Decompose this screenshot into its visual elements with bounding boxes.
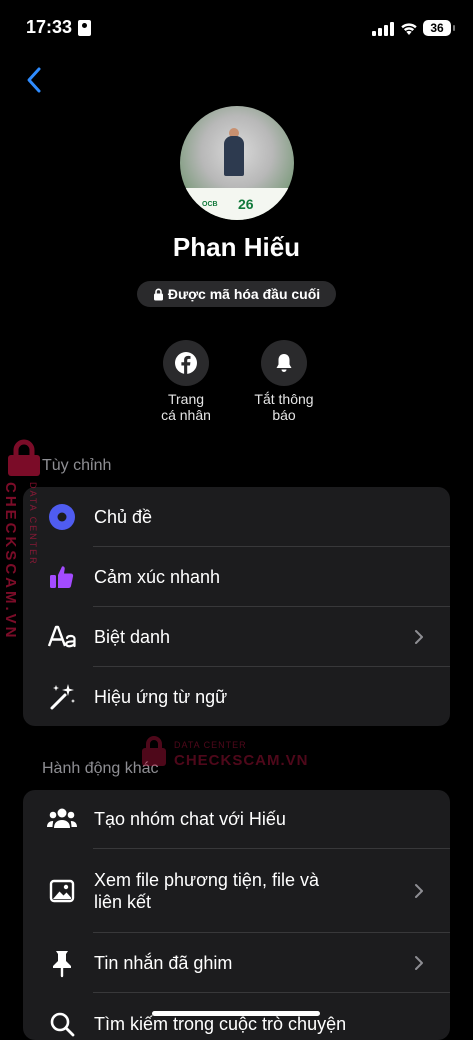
create-group-row[interactable]: Tạo nhóm chat với Hiếu bbox=[23, 790, 450, 849]
search-conversation-label: Tìm kiếm trong cuộc trò chuyện bbox=[94, 1014, 347, 1034]
search-icon bbox=[50, 1012, 75, 1037]
view-media-line1: Xem file phương tiện, file và bbox=[94, 870, 319, 890]
status-time: 17:33 bbox=[26, 17, 73, 37]
back-chevron-icon[interactable] bbox=[24, 66, 44, 94]
nickname-row[interactable]: Biệt danh bbox=[23, 607, 450, 667]
lock-icon bbox=[153, 288, 163, 301]
view-media-line2: liên kết bbox=[94, 892, 152, 912]
theme-row[interactable]: Chủ đề bbox=[23, 487, 450, 547]
profile-avatar[interactable]: OCB 26 bbox=[180, 106, 294, 220]
bell-icon bbox=[276, 354, 292, 372]
watermark-center-lock-icon bbox=[142, 736, 166, 766]
profile-label-line2: cá nhân bbox=[161, 407, 211, 423]
search-conversation-row[interactable]: Tìm kiếm trong cuộc trò chuyện bbox=[23, 993, 450, 1040]
thumbs-up-icon bbox=[50, 566, 74, 588]
image-icon bbox=[49, 879, 75, 903]
chevron-right-icon bbox=[415, 956, 423, 970]
mute-notifications-label[interactable]: Tắt thông báo bbox=[234, 391, 334, 423]
magic-wand-icon bbox=[50, 684, 75, 710]
watermark-brand: CHECKSCAM.VN bbox=[2, 482, 19, 641]
profile-name: Phan Hiếu bbox=[172, 232, 301, 262]
create-group-label: Tạo nhóm chat với Hiếu bbox=[94, 809, 286, 829]
watermark-lock-icon bbox=[8, 439, 40, 476]
chevron-right-icon bbox=[415, 884, 423, 898]
pin-icon bbox=[53, 951, 71, 978]
aa-text-icon bbox=[47, 625, 76, 648]
customize-card: Chủ đề Cảm xúc nhanh Biệt danh Hiệu ứng … bbox=[23, 487, 450, 726]
encryption-badge[interactable]: Được mã hóa đầu cuối bbox=[137, 281, 336, 307]
profile-button[interactable] bbox=[163, 340, 209, 386]
avatar-logo-text: OCB bbox=[202, 201, 218, 208]
customize-section-title: Tùy chỉnh bbox=[42, 457, 112, 474]
quick-reaction-label: Cảm xúc nhanh bbox=[94, 567, 221, 587]
watermark-sub: DATA CENTER bbox=[28, 482, 38, 566]
contact-card-icon bbox=[78, 20, 91, 36]
view-media-label: Xem file phương tiện, file và liên kết bbox=[94, 869, 319, 913]
pinned-messages-row[interactable]: Tin nhắn đã ghim bbox=[23, 933, 450, 993]
pinned-messages-label: Tin nhắn đã ghim bbox=[94, 953, 233, 973]
home-indicator[interactable] bbox=[152, 1011, 320, 1016]
profile-button-label[interactable]: Trang cá nhân bbox=[136, 391, 236, 423]
mute-label-line2: báo bbox=[272, 407, 296, 423]
cellular-signal-icon bbox=[372, 22, 394, 36]
word-effects-row[interactable]: Hiệu ứng từ ngữ bbox=[23, 667, 450, 726]
view-media-row[interactable]: Xem file phương tiện, file và liên kết bbox=[23, 849, 450, 933]
chevron-right-icon bbox=[415, 630, 423, 644]
profile-label-line1: Trang bbox=[167, 391, 205, 407]
watermark-center: DATA CENTER CHECKSCAM.VN bbox=[140, 734, 310, 774]
encryption-label: Được mã hóa đầu cuối bbox=[167, 286, 321, 302]
facebook-icon bbox=[175, 352, 197, 374]
theme-label: Chủ đề bbox=[94, 507, 153, 527]
nickname-label: Biệt danh bbox=[94, 627, 171, 647]
watermark-center-sub: DATA CENTER bbox=[174, 740, 247, 750]
word-effects-label: Hiệu ứng từ ngữ bbox=[94, 687, 228, 707]
watermark-center-brand: CHECKSCAM.VN bbox=[174, 752, 309, 769]
quick-reaction-row[interactable]: Cảm xúc nhanh bbox=[23, 547, 450, 607]
watermark-vertical: CHECKSCAM.VN DATA CENTER bbox=[2, 438, 50, 648]
other-actions-card: Tạo nhóm chat với Hiếu Xem file phương t… bbox=[23, 790, 450, 1040]
mute-label-line1: Tắt thông bbox=[254, 391, 314, 407]
group-icon bbox=[47, 808, 77, 828]
theme-circle-icon bbox=[49, 504, 75, 530]
battery-indicator: 36 bbox=[423, 20, 455, 36]
wifi-icon bbox=[401, 23, 417, 35]
avatar-badge-text: 26 bbox=[238, 196, 254, 212]
mute-notifications-button[interactable] bbox=[261, 340, 307, 386]
